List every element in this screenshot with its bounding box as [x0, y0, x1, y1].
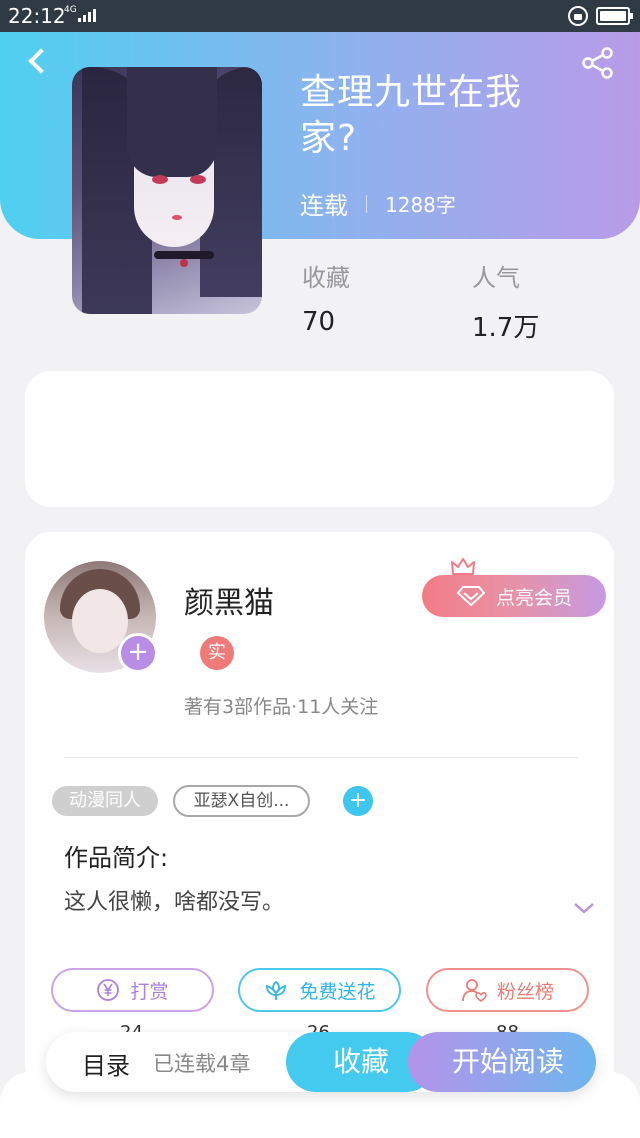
tag-category[interactable]: 动漫同人	[52, 786, 158, 816]
vip-button-label: 点亮会员	[495, 586, 572, 609]
vip-button[interactable]: 点亮会员	[422, 575, 606, 617]
serial-status: 连载	[300, 192, 348, 220]
stat-label: 收藏	[302, 264, 350, 292]
plus-icon: +	[127, 637, 149, 667]
author-name[interactable]: 颜黑猫	[184, 578, 274, 622]
back-button[interactable]	[22, 46, 52, 76]
rotation-lock-icon	[568, 6, 588, 26]
author-meta: 著有3部作品·11人关注	[184, 696, 379, 718]
follow-author-button[interactable]: +	[118, 633, 158, 673]
diamond-icon	[456, 586, 485, 606]
stat-popularity: 人气 1.7万	[472, 258, 539, 344]
table-of-contents-link[interactable]: 目录	[82, 1046, 130, 1081]
chevron-down-icon[interactable]	[572, 898, 596, 918]
status-time: 22:12	[8, 4, 66, 28]
stat-favorites: 收藏 70	[302, 258, 350, 337]
intro-title: 作品简介:	[64, 844, 169, 872]
status-bar: 22:12 4G	[0, 0, 640, 32]
flower-icon	[266, 980, 287, 1000]
stat-value: 70	[302, 307, 336, 337]
tag-custom[interactable]: 亚瑟X自创...	[173, 785, 310, 817]
battery-icon	[596, 7, 633, 25]
empty-card	[25, 371, 614, 507]
book-cover[interactable]	[72, 67, 262, 314]
divider	[366, 194, 367, 213]
send-flower-label: 免费送花	[299, 980, 376, 1003]
signal-icon	[78, 9, 96, 22]
divider	[64, 757, 578, 758]
book-status-row: 连载 1288字	[300, 186, 456, 221]
intro-text: 这人很懒，啥都没写。	[64, 890, 285, 915]
reward-button[interactable]: 打赏	[51, 968, 214, 1012]
share-button[interactable]	[580, 46, 616, 80]
chapter-count[interactable]: 已连载4章	[153, 1048, 250, 1078]
yen-coin-icon	[97, 979, 120, 1001]
verified-badge: 实	[200, 636, 234, 670]
share-icon	[582, 47, 613, 79]
add-tag-button[interactable]: +	[343, 786, 373, 816]
network-type: 4G	[64, 5, 77, 15]
plus-icon: +	[348, 788, 368, 813]
fans-user-icon	[462, 979, 487, 1002]
start-reading-button[interactable]: 开始阅读	[408, 1032, 596, 1092]
fans-ranking-label: 粉丝榜	[496, 980, 554, 1003]
book-title: 查理九世在我家?	[300, 72, 523, 159]
stat-value: 1.7万	[472, 313, 540, 343]
stat-label: 人气	[472, 264, 520, 292]
word-count: 1288字	[385, 193, 456, 217]
reward-button-label: 打赏	[130, 980, 169, 1003]
fans-ranking-button[interactable]: 粉丝榜	[426, 968, 589, 1012]
send-flower-button[interactable]: 免费送花	[238, 968, 401, 1012]
